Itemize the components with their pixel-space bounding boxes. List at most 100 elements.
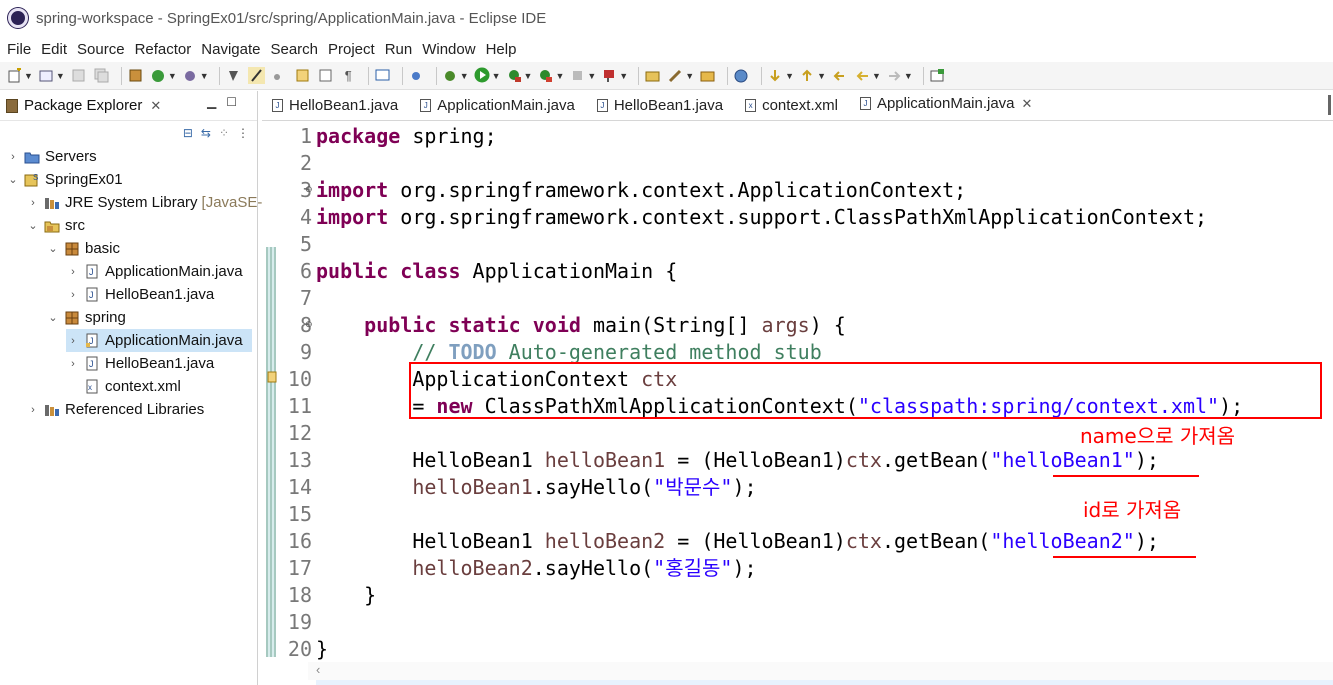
tree-item-springex01[interactable]: ⌄ S SpringEx01 [6,168,122,191]
external-tools-icon[interactable] [537,67,554,84]
chevron-down-icon[interactable]: ⌄ [26,219,40,232]
new-icon[interactable] [6,67,23,84]
menu-edit[interactable]: Edit [41,41,67,58]
code-line-16: HelloBean1 helloBean2 = (HelloBean1)ctx.… [412,529,1159,553]
tab-hellobean1[interactable]: J HelloBean1.java [262,90,410,120]
tab-hellobean1-spring[interactable]: J HelloBean1.java [587,90,735,120]
console-icon[interactable] [374,67,391,84]
close-icon[interactable]: ✕ [150,98,161,114]
chevron-right-icon[interactable]: › [66,358,80,370]
tree-item-basic-applicationmain[interactable]: › J ApplicationMain.java [66,260,242,283]
previous-annotation-dropdown-icon[interactable]: ▼ [817,71,826,81]
chevron-right-icon[interactable]: › [26,404,40,416]
highlight-icon[interactable] [247,67,265,84]
chevron-right-icon[interactable]: › [66,266,80,278]
last-edit-icon[interactable] [831,67,848,84]
coverage-icon[interactable] [506,67,523,84]
debug-dropdown-icon[interactable]: ▼ [460,71,469,81]
menu-navigate[interactable]: Navigate [201,41,260,58]
block-selection-icon[interactable] [317,67,334,84]
view-menu-icon[interactable]: ⋮ [237,126,249,140]
server-icon[interactable] [601,67,618,84]
chevron-down-icon[interactable]: ⌄ [46,311,60,324]
tab-context-xml[interactable]: x context.xml [735,90,850,120]
tree-item-spring-applicationmain[interactable]: › J ApplicationMain.java [66,329,252,352]
open-perspective-icon[interactable] [929,67,946,84]
open-task-icon[interactable] [667,67,684,84]
menu-window[interactable]: Window [422,41,475,58]
toggle-breadcrumb-icon[interactable] [225,67,242,84]
globe-icon[interactable] [733,67,750,84]
maximize-icon[interactable]: ☐ [226,95,247,109]
scroll-left-icon[interactable]: ‹ [316,662,320,677]
save-icon[interactable] [70,67,87,84]
collapse-all-icon[interactable]: ⊟ [183,126,193,140]
stop-dropdown-icon[interactable]: ▼ [587,71,596,81]
menu-run[interactable]: Run [385,41,413,58]
tab-applicationmain[interactable]: J ApplicationMain.java [410,90,587,120]
menu-search[interactable]: Search [270,41,318,58]
pilcrow-icon[interactable]: ¶ [340,67,357,84]
coverage-dropdown-icon[interactable]: ▼ [524,71,533,81]
mark-occurrences-icon[interactable] [271,67,288,84]
next-annotation-icon[interactable] [767,67,784,84]
menu-refactor[interactable]: Refactor [135,41,192,58]
stop-icon[interactable] [569,67,586,84]
menu-file[interactable]: File [7,41,31,58]
next-annotation-dropdown-icon[interactable]: ▼ [785,71,794,81]
back-dropdown-icon[interactable]: ▼ [872,71,881,81]
new-dropdown-icon[interactable]: ▼ [24,71,33,81]
open-type-icon[interactable] [644,67,661,84]
external-tools-dropdown-icon[interactable]: ▼ [555,71,564,81]
run-icon[interactable] [474,67,491,84]
horizontal-scrollbar[interactable]: ‹ [308,662,1333,680]
focus-icon[interactable]: ⁘ [219,126,229,140]
new-window-icon[interactable] [38,67,55,84]
tree-item-context-xml[interactable]: x context.xml [84,375,181,398]
tree-item-jre-library[interactable]: › JRE System Library [JavaSE-1 [26,191,271,214]
fold-icon[interactable]: ⊖ [305,184,313,195]
server-dropdown-icon[interactable]: ▼ [619,71,628,81]
tree-item-basic-hellobean1[interactable]: › J HelloBean1.java [66,283,214,306]
chevron-down-icon[interactable]: ⌄ [6,173,20,186]
run-dropdown-icon[interactable]: ▼ [492,71,501,81]
save-all-icon[interactable] [93,67,110,84]
tree-item-basic[interactable]: ⌄ basic [46,237,120,260]
package-explorer-tab[interactable]: Package Explorer ✕ [0,91,167,121]
tree-item-referenced-libraries[interactable]: › Referenced Libraries [26,398,204,421]
warning-icon[interactable] [267,370,277,384]
chevron-down-icon[interactable]: ⌄ [46,242,60,255]
chevron-right-icon[interactable]: › [6,151,20,163]
chevron-right-icon[interactable]: › [66,335,80,347]
tree-item-spring-hellobean1[interactable]: › J HelloBean1.java [66,352,214,375]
fold-icon[interactable]: ⊖ [305,319,313,330]
build-icon[interactable] [127,67,144,84]
open-folder-icon[interactable] [699,67,716,84]
forward-icon[interactable] [886,67,903,84]
new-window-dropdown-icon[interactable]: ▼ [56,71,65,81]
chevron-right-icon[interactable]: › [66,289,80,301]
forward-dropdown-icon[interactable]: ▼ [904,71,913,81]
tab-applicationmain-active[interactable]: J ApplicationMain.java ✕ [849,90,1045,120]
tree-item-servers[interactable]: › Servers [6,145,97,168]
refresh-icon[interactable] [150,67,167,84]
gear-dropdown-icon[interactable]: ▼ [200,71,209,81]
menu-help[interactable]: Help [486,41,517,58]
tree-item-src[interactable]: ⌄ src [26,214,85,237]
open-task-dropdown-icon[interactable]: ▼ [685,71,694,81]
close-icon[interactable]: ✕ [1022,96,1033,112]
minimize-icon[interactable]: ▁ [207,95,226,109]
link-with-editor-icon[interactable]: ⇆ [201,126,211,140]
show-whitespace-icon[interactable] [294,67,311,84]
menu-source[interactable]: Source [77,41,125,58]
previous-annotation-icon[interactable] [799,67,816,84]
menu-project[interactable]: Project [328,41,375,58]
back-icon[interactable] [854,67,871,84]
tree-item-spring[interactable]: ⌄ spring [46,306,125,329]
chevron-right-icon[interactable]: › [26,197,40,209]
skip-breakpoints-icon[interactable] [408,67,425,84]
gear-icon[interactable] [182,67,199,84]
debug-icon[interactable] [442,67,459,84]
line-number: 6 [299,259,312,283]
refresh-dropdown-icon[interactable]: ▼ [168,71,177,81]
